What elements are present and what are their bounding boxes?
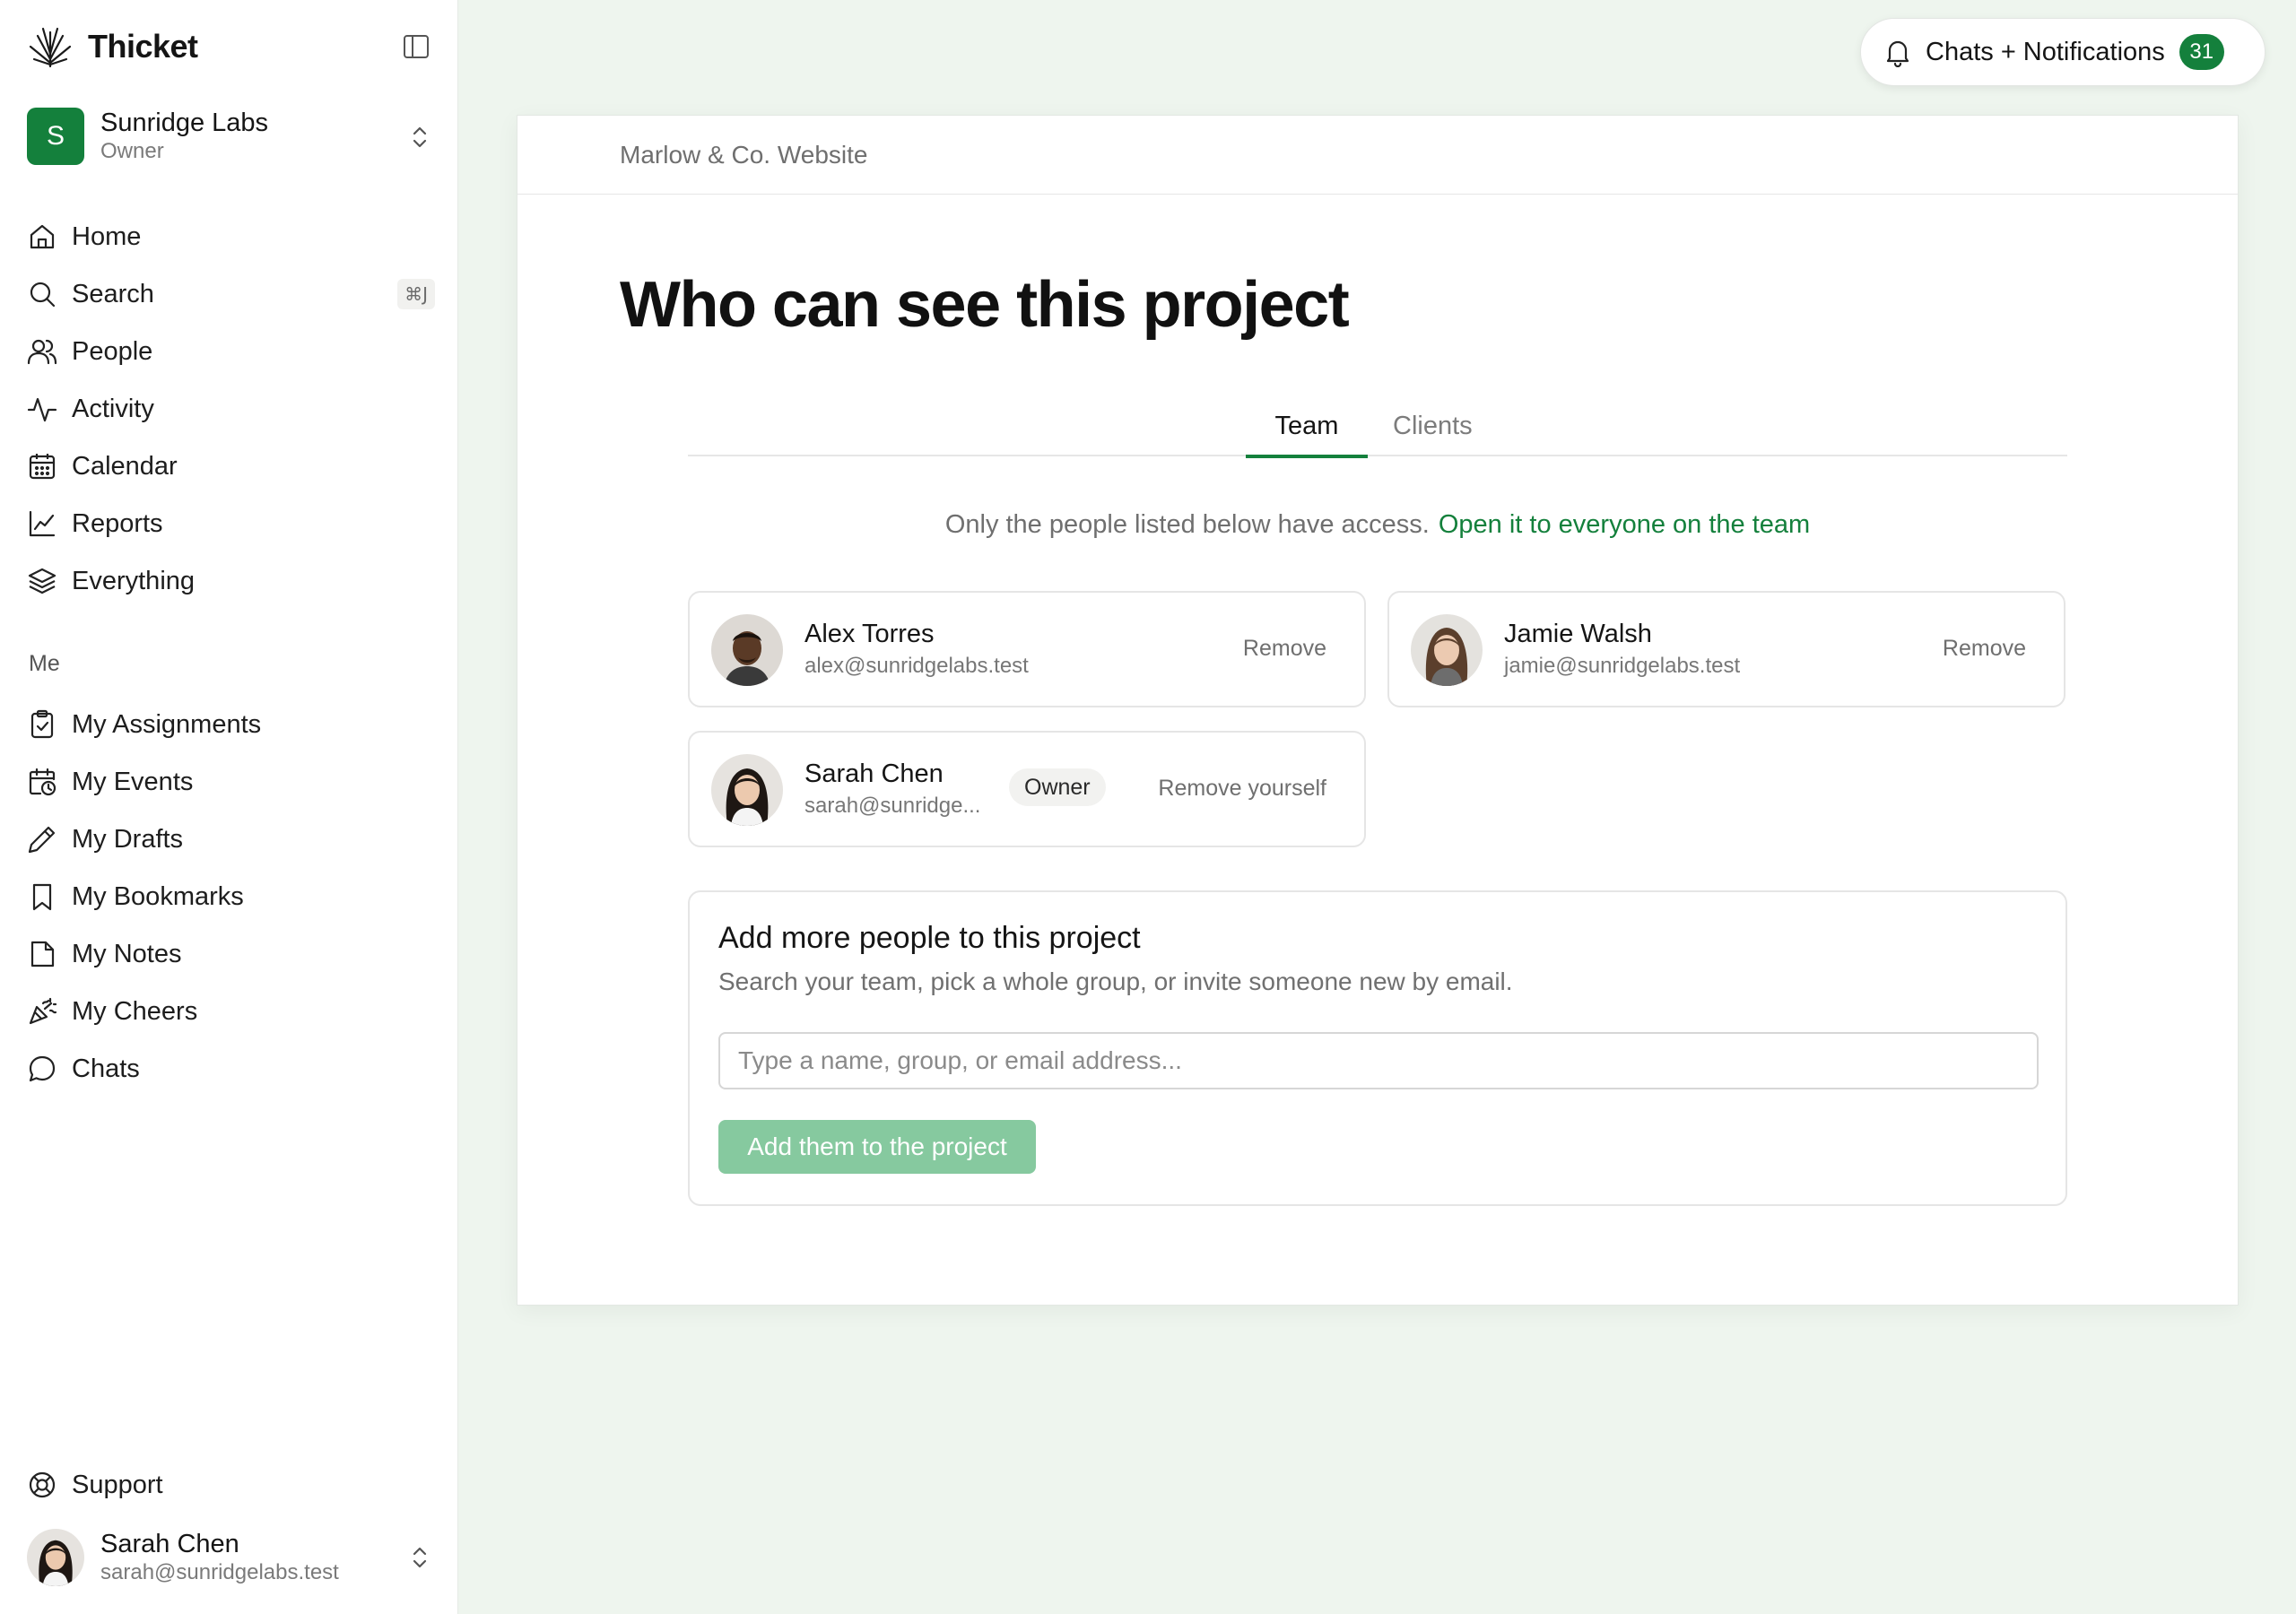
notifications-button[interactable]: Chats + Notifications 31 [1860, 18, 2266, 86]
member-card: Alex Torres alex@sunridgelabs.test Remov… [688, 591, 1366, 707]
support-nav: Support [27, 1456, 435, 1514]
nav-label: My Assignments [72, 709, 262, 739]
add-people-subtitle: Search your team, pick a whole group, or… [718, 968, 1513, 995]
nav-label: People [72, 336, 153, 366]
nav-label: Search [72, 279, 154, 308]
app-name: Thicket [88, 28, 198, 65]
nav-label: Reports [72, 508, 163, 538]
note-icon [27, 939, 57, 969]
member-name: Alex Torres [804, 620, 935, 648]
nav-item-my-events[interactable]: My Events [27, 753, 435, 811]
chevron-up-down-icon [404, 1542, 435, 1573]
open-to-everyone-link[interactable]: Open it to everyone on the team [1439, 510, 1810, 539]
add-people-input[interactable] [718, 1032, 2039, 1089]
thicket-logo-icon [27, 23, 74, 70]
member-name: Sarah Chen [804, 759, 944, 788]
nav-item-home[interactable]: Home [27, 208, 435, 265]
section-label-me: Me [29, 651, 60, 676]
nav-item-activity[interactable]: Activity [27, 380, 435, 438]
access-note-text: Only the people listed below have access… [944, 510, 1430, 539]
workspace-switcher[interactable]: S Sunridge Labs Owner [27, 106, 435, 167]
layers-icon [27, 566, 57, 596]
avatar [1411, 614, 1483, 686]
bookmark-icon [27, 881, 57, 912]
nav-item-reports[interactable]: Reports [27, 495, 435, 552]
avatar [27, 1529, 84, 1586]
nav-label: My Drafts [72, 824, 184, 854]
add-people-section: Add more people to this project Search y… [688, 890, 2067, 1206]
sidebar: Thicket S Sunridge Labs Owner Home Searc… [0, 0, 458, 1614]
nav-item-my-bookmarks[interactable]: My Bookmarks [27, 868, 435, 925]
nav-item-my-assignments[interactable]: My Assignments [27, 696, 435, 753]
pencil-icon [27, 824, 57, 855]
member-card: Jamie Walsh jamie@sunridgelabs.test Remo… [1387, 591, 2066, 707]
nav-label: Support [72, 1470, 163, 1499]
nav-label: Home [72, 221, 142, 251]
nav-label: My Notes [72, 939, 182, 968]
nav-item-everything[interactable]: Everything [27, 552, 435, 610]
nav-item-support[interactable]: Support [27, 1456, 435, 1514]
notification-count-badge: 31 [2179, 34, 2224, 70]
activity-icon [27, 394, 57, 424]
people-icon [27, 336, 57, 367]
chevron-up-down-icon [404, 122, 435, 152]
nav-item-search[interactable]: Search ⌘J [27, 265, 435, 323]
tab-team[interactable]: Team [1246, 412, 1368, 458]
project-access-panel: Marlow & Co. Website Who can see this pr… [517, 115, 2239, 1306]
user-name: Sarah Chen [100, 1530, 239, 1558]
nav-label: Calendar [72, 451, 178, 481]
nav-label: My Bookmarks [72, 881, 244, 911]
brand[interactable]: Thicket [27, 23, 198, 70]
bell-icon [1883, 37, 1913, 67]
chat-bubble-icon [27, 1054, 57, 1084]
add-people-title: Add more people to this project [718, 921, 1141, 955]
workspace-name: Sunridge Labs [100, 108, 269, 137]
remove-member-button[interactable]: Remove [1943, 636, 2026, 662]
search-shortcut: ⌘J [397, 279, 435, 309]
nav-label: My Events [72, 767, 194, 796]
nav-item-my-cheers[interactable]: My Cheers [27, 983, 435, 1040]
avatar [711, 754, 783, 826]
main-nav: Home Search ⌘J People Activity Calendar … [27, 208, 435, 610]
nav-label: Everything [72, 566, 196, 595]
sidebar-toggle-icon[interactable] [402, 32, 430, 61]
clipboard-icon [27, 709, 57, 740]
breadcrumb[interactable]: Marlow & Co. Website [620, 141, 867, 169]
lifebuoy-icon [27, 1470, 57, 1500]
nav-item-people[interactable]: People [27, 323, 435, 380]
calendar-clock-icon [27, 767, 57, 797]
workspace-avatar: S [27, 108, 84, 165]
reports-icon [27, 508, 57, 539]
workspace-role: Owner [100, 139, 164, 163]
remove-yourself-button[interactable]: Remove yourself [1158, 776, 1326, 802]
party-popper-icon [27, 996, 57, 1027]
nav-item-chats[interactable]: Chats [27, 1040, 435, 1098]
member-email: jamie@sunridgelabs.test [1504, 654, 1741, 678]
user-menu[interactable]: Sarah Chen sarah@sunridgelabs.test [27, 1526, 435, 1589]
calendar-icon [27, 451, 57, 482]
nav-label: My Cheers [72, 996, 198, 1026]
nav-item-my-drafts[interactable]: My Drafts [27, 811, 435, 868]
member-email: sarah@sunridge... [804, 794, 981, 818]
user-email: sarah@sunridgelabs.test [100, 1560, 339, 1584]
add-to-project-button[interactable]: Add them to the project [718, 1120, 1036, 1174]
nav-item-calendar[interactable]: Calendar [27, 438, 435, 495]
me-nav: My Assignments My Events My Drafts My Bo… [27, 696, 435, 1098]
tab-clients[interactable]: Clients [1393, 412, 1473, 458]
home-icon [27, 221, 57, 252]
remove-member-button[interactable]: Remove [1243, 636, 1326, 662]
member-name: Jamie Walsh [1504, 620, 1652, 648]
page-title: Who can see this project [620, 269, 1350, 341]
access-tabs: Team Clients [688, 403, 2067, 458]
member-email: alex@sunridgelabs.test [804, 654, 1029, 678]
nav-item-my-notes[interactable]: My Notes [27, 925, 435, 983]
member-card: Sarah Chen sarah@sunridge... Owner Remov… [688, 731, 1366, 847]
nav-label: Chats [72, 1054, 140, 1083]
access-note: Only the people listed below have access… [517, 510, 2238, 540]
search-icon [27, 279, 57, 309]
avatar [711, 614, 783, 686]
notifications-label: Chats + Notifications [1926, 37, 2165, 66]
nav-label: Activity [72, 394, 154, 423]
owner-badge: Owner [1009, 768, 1106, 806]
